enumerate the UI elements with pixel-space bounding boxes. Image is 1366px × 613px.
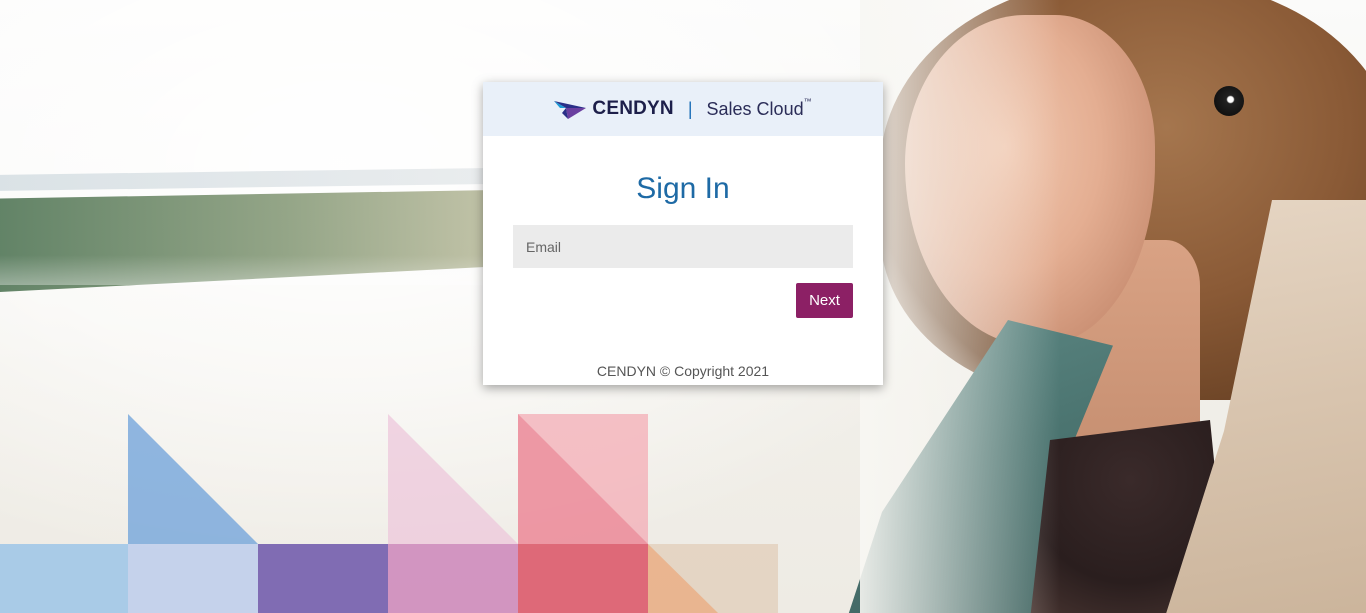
email-field[interactable]: [513, 225, 853, 268]
brand-product-label: Sales Cloud: [706, 98, 804, 119]
page-title: Sign In: [636, 172, 730, 205]
decor-square-purple: [258, 544, 388, 613]
login-page: CENDYN | Sales Cloud™ Sign In Next CENDY…: [0, 0, 1366, 613]
signin-card: CENDYN | Sales Cloud™ Sign In Next CENDY…: [483, 82, 883, 385]
decor-square-pale-blue: [128, 544, 258, 613]
brand-logo: CENDYN | Sales Cloud™: [554, 96, 812, 121]
decor-square-magenta: [388, 544, 518, 613]
next-button[interactable]: Next: [796, 283, 853, 318]
copyright-text: CENDYN © Copyright 2021: [596, 363, 770, 379]
card-header: CENDYN | Sales Cloud™: [483, 82, 883, 136]
background-photo-earring: [1214, 86, 1244, 116]
cendyn-arrow-logo-icon: [554, 101, 587, 119]
trademark-symbol: ™: [803, 96, 812, 106]
decor-square-light-blue: [0, 544, 128, 613]
brand-product-name: Sales Cloud™: [706, 96, 812, 120]
brand-separator: |: [687, 98, 693, 119]
brand-company-name: CENDYN: [592, 98, 674, 119]
decor-square-red: [518, 544, 648, 613]
background-photo-fade: [860, 0, 1060, 613]
